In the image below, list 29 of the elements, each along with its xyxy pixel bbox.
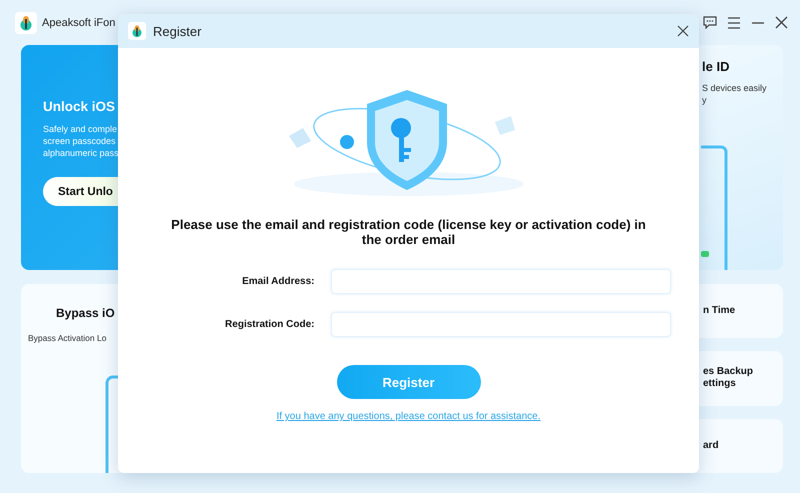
- dialog-title: Register: [153, 24, 202, 38]
- card-description: screen passcodes: [43, 135, 117, 147]
- minimize-icon[interactable]: [751, 22, 765, 24]
- card-description: S devices easily: [702, 82, 768, 94]
- card-title: ard: [703, 440, 719, 452]
- card-description: Safely and comple: [43, 123, 118, 135]
- field-label: Registration Code:: [224, 319, 314, 330]
- menu-icon[interactable]: [727, 16, 741, 28]
- register-button[interactable]: Register: [336, 365, 480, 399]
- card-title: es Backup: [703, 366, 754, 378]
- input-field[interactable]: [330, 312, 670, 337]
- card-title: Unlock iOS: [43, 99, 116, 114]
- app-title: Apeaksoft iFon: [42, 16, 116, 28]
- close-icon[interactable]: [677, 25, 689, 37]
- instruction-text: Please use the email and registration code (license key or activation code) in the order email: [170, 217, 647, 247]
- field-label: Email Address:: [241, 276, 314, 287]
- card-description: Bypass Activation Lo: [28, 332, 106, 344]
- card-description: y: [702, 94, 708, 106]
- input-field[interactable]: [330, 269, 670, 294]
- chat-icon[interactable]: [703, 16, 717, 29]
- app-logo-icon: [15, 12, 37, 34]
- card-title: Bypass iO: [56, 306, 115, 320]
- card-description: alphanumeric pass: [43, 147, 119, 159]
- help-link[interactable]: If you have any questions, please contact us for assistance.: [276, 411, 541, 422]
- close-icon[interactable]: [775, 16, 788, 29]
- card-title: n Time: [703, 305, 736, 318]
- card-title: ettings: [703, 378, 737, 390]
- dialog-logo-icon: [128, 22, 146, 40]
- card-title: le ID: [702, 59, 730, 74]
